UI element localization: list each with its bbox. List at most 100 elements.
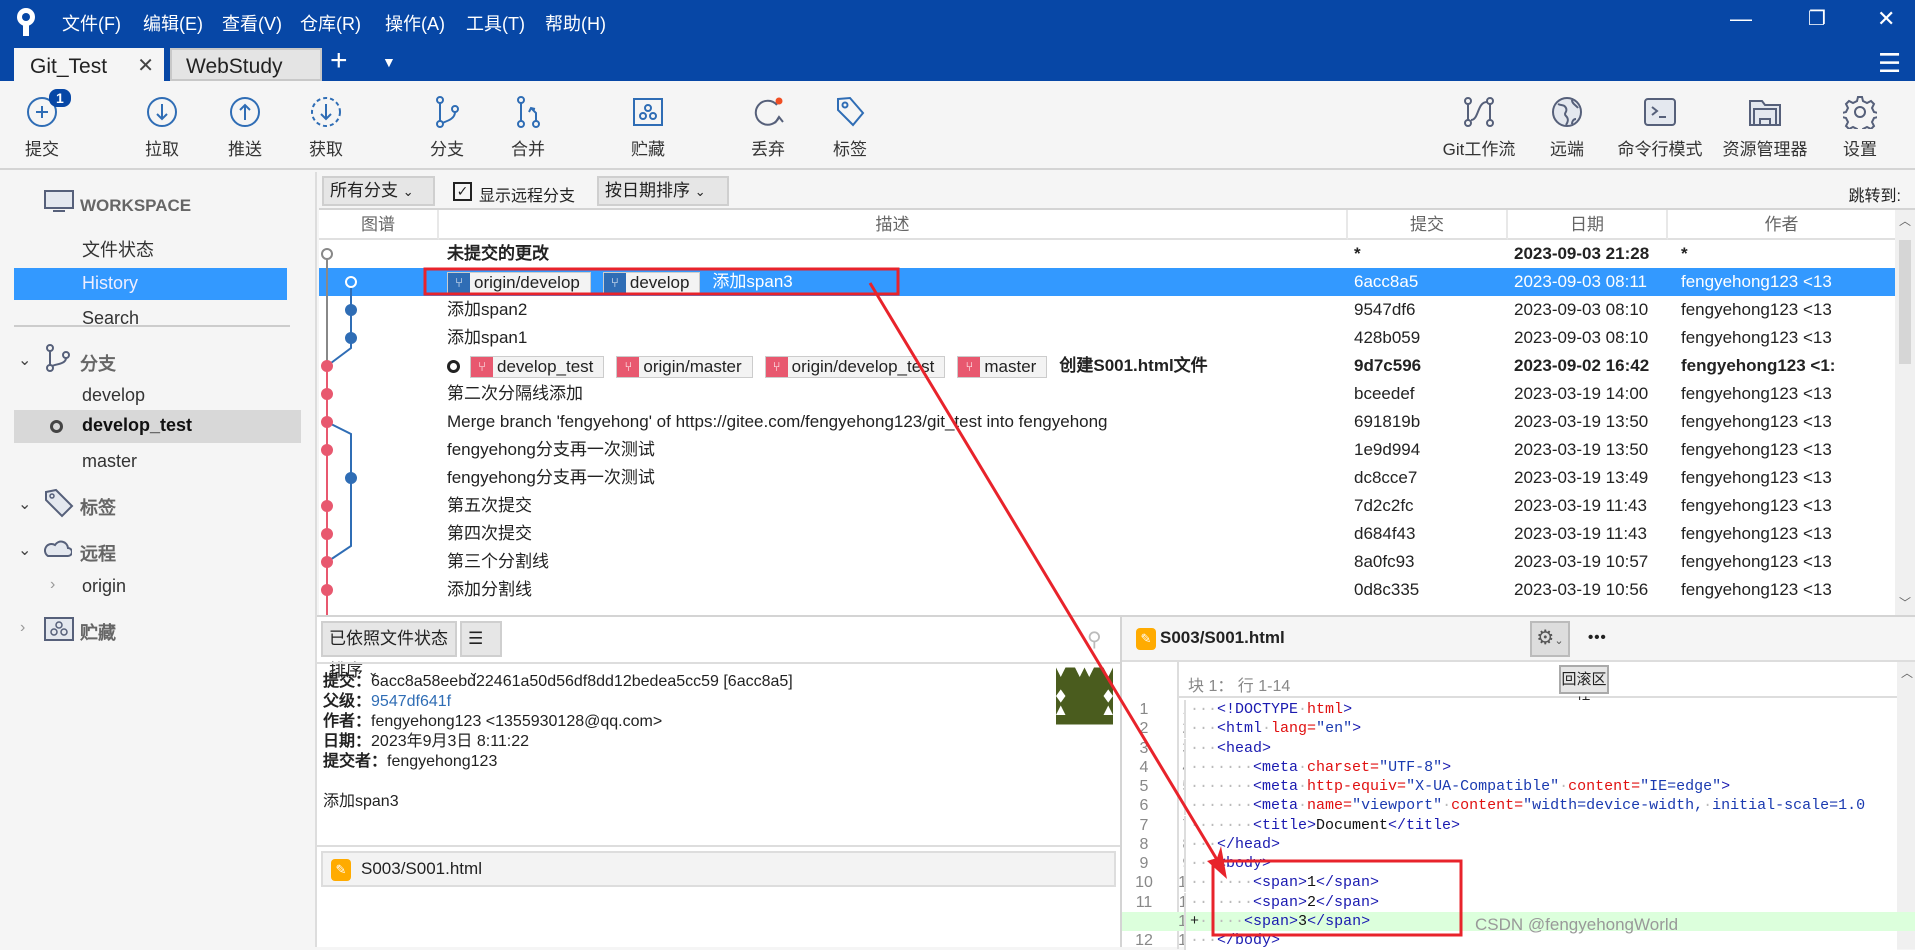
toolbar-terminal-button[interactable]: 命令行模式 <box>1605 95 1715 160</box>
hamburger-menu-icon[interactable]: ☰ <box>1878 48 1901 79</box>
commit-hash: 9547df6 <box>1354 300 1416 319</box>
tab-webstudy[interactable]: WebStudy <box>170 48 322 81</box>
menu-item[interactable]: 编辑(E) <box>143 10 203 36</box>
sidebar-item-history[interactable]: History <box>14 268 287 300</box>
modified-file-icon: ✎ <box>1136 628 1156 650</box>
list-view-icon: ☰ <box>468 629 484 648</box>
column-header-graph[interactable]: 图谱 <box>319 210 439 240</box>
commit-list-scrollbar[interactable]: ︿ ﹀ <box>1895 210 1915 615</box>
restore-button[interactable]: ❐ <box>1808 6 1826 31</box>
sidebar-item-file-status[interactable]: 文件状态 <box>82 236 154 262</box>
diff-settings-button[interactable]: ⚙⌄ <box>1530 621 1570 657</box>
sidebar-branch-master[interactable]: master <box>82 451 137 472</box>
code-token: · <box>1298 797 1308 815</box>
commit-message: 添加span3 <box>712 272 793 291</box>
commit-hash: d684f43 <box>1354 524 1416 543</box>
branch-icon <box>46 344 70 372</box>
commit-author: fengyehong123 <13 <box>1681 468 1832 487</box>
branch-label[interactable]: ⑂ develop_test <box>470 355 605 378</box>
close-window-button[interactable]: ✕ <box>1877 6 1895 32</box>
chevron-right-icon[interactable]: › <box>50 576 55 594</box>
sidebar-remote-origin[interactable]: origin <box>82 576 126 597</box>
toolbar-merge-button[interactable]: 合并 <box>473 95 583 160</box>
close-tab-icon[interactable]: ✕ <box>137 50 154 83</box>
commit-message: fengyehong分支再一次测试 <box>447 468 655 487</box>
branch-label[interactable]: ⑂ origin/develop <box>447 271 591 294</box>
tab-dropdown-icon[interactable]: ▼ <box>382 54 396 70</box>
minimize-button[interactable]: — <box>1730 6 1752 32</box>
chevron-down-icon[interactable]: ⌄ <box>18 494 31 514</box>
new-tab-button[interactable]: + <box>330 44 348 78</box>
toolbar-gear-button[interactable]: 设置 <box>1805 95 1915 160</box>
revert-hunk-button[interactable]: 回滚区块 <box>1559 665 1609 713</box>
cloud-icon <box>44 540 72 557</box>
menu-item[interactable]: 工具(T) <box>466 10 525 36</box>
commit-details-panel: 已依照文件状态排序 ⌄ ☰ ⌄ ⚲ 提交：6acc8a58eebd22461a5… <box>317 615 1120 947</box>
code-token: ······· <box>1190 758 1254 776</box>
toolbar-fetch-button[interactable]: 获取 <box>271 95 381 160</box>
tab-git-test[interactable]: Git_Test ✕ <box>14 48 164 81</box>
changed-file-item[interactable]: ✎ S003/S001.html <box>321 851 1116 887</box>
sidebar-branch-develop[interactable]: develop <box>82 385 145 406</box>
view-mode-select[interactable]: ☰ ⌄ <box>460 621 502 679</box>
file-sort-select[interactable]: 已依照文件状态排序 ⌄ <box>321 621 457 680</box>
column-header-commit[interactable]: 提交 <box>1348 210 1508 240</box>
commit-row[interactable]: 添加span2 9547df6 2023-09-03 08:10 fengyehong… <box>319 296 1895 324</box>
search-icon[interactable]: ⚲ <box>1087 627 1102 652</box>
show-remote-checkbox[interactable]: ✓ <box>453 182 472 201</box>
chevron-right-icon[interactable]: › <box>20 619 25 637</box>
stash-heading[interactable]: 贮藏 <box>80 619 116 645</box>
commit-date: 2023-09-03 21:28 <box>1514 244 1650 263</box>
branch-label[interactable]: ⑂ origin/master <box>616 355 753 378</box>
chevron-down-icon[interactable]: ⌄ <box>18 350 31 370</box>
menu-item[interactable]: 仓库(R) <box>300 10 361 36</box>
commit-message: Merge branch 'fengyehong' of https://git… <box>447 412 1108 431</box>
commit-row[interactable]: fengyehong分支再一次测试 1e9d994 2023-03-19 13:50… <box>319 436 1895 464</box>
commit-row[interactable]: ⑂ origin/develop ⑂ develop 添加span3 6acc8a5 202… <box>319 268 1895 296</box>
menu-item[interactable]: 查看(V) <box>222 10 282 36</box>
toolbar-folder-button[interactable]: 资源管理器 <box>1710 95 1820 160</box>
commit-row[interactable]: 添加span1 428b059 2023-09-03 08:10 fengyehong… <box>319 324 1895 352</box>
chevron-down-icon[interactable]: ⌄ <box>18 540 31 560</box>
commit-hash: 428b059 <box>1354 328 1421 347</box>
branch-label[interactable]: ⑂ develop <box>602 271 701 294</box>
branches-heading[interactable]: 分支 <box>80 350 116 376</box>
branch-label[interactable]: ⑂ origin/develop_test <box>764 355 946 378</box>
menu-item[interactable]: 操作(A) <box>385 10 445 36</box>
commit-row[interactable]: 第四次提交 d684f43 2023-03-19 11:43 fengyehong12… <box>319 520 1895 548</box>
commit-node <box>345 472 357 484</box>
code-token: ··· <box>1190 855 1218 872</box>
toolbar-tag-button[interactable]: 标签 <box>795 95 905 160</box>
commit-row[interactable]: 添加分割线 0d8c335 2023-03-19 10:56 fengyehong12… <box>319 576 1895 604</box>
commit-row[interactable]: ⑂ develop_test ⑂ origin/master ⑂ origin/devel… <box>319 352 1895 380</box>
toolbar-commit-plus-button[interactable]: 提交 1 <box>0 89 97 160</box>
menu-item[interactable]: 帮助(H) <box>545 10 606 36</box>
code-token: </title> <box>1388 816 1461 834</box>
tag-icon <box>45 488 74 518</box>
column-header-description[interactable]: 描述 <box>439 210 1348 240</box>
commit-row[interactable]: 第三个分割线 8a0fc93 2023-03-19 10:57 fengyehong1… <box>319 548 1895 576</box>
menu-item[interactable]: 文件(F) <box>62 10 121 36</box>
commit-row[interactable]: 第五次提交 7d2c2fc 2023-03-19 11:43 fengyehong12… <box>319 492 1895 520</box>
toolbar-stash-button[interactable]: 贮藏 <box>593 95 703 160</box>
tags-heading[interactable]: 标签 <box>80 494 116 520</box>
commit-row[interactable]: fengyehong分支再一次测试 dc8cce7 2023-03-19 13:49… <box>319 464 1895 492</box>
diff-line: 44·······<meta·charset="UTF-8"> <box>1122 757 1915 777</box>
commit-description: 添加span1 <box>447 324 1347 352</box>
column-header-date[interactable]: 日期 <box>1508 210 1668 240</box>
code-token: </span> <box>1316 874 1380 892</box>
commit-row[interactable]: 未提交的更改 * 2023-09-03 21:28 * <box>319 240 1895 268</box>
commit-row[interactable]: 第二次分隔线添加 bceedef 2023-03-19 14:00 fengyehon… <box>319 380 1895 408</box>
column-header-author[interactable]: 作者 <box>1668 210 1895 240</box>
remotes-heading[interactable]: 远程 <box>80 540 116 566</box>
sidebar-branch-develop-test[interactable]: develop_test <box>14 410 301 443</box>
branch-filter-select[interactable]: 所有分支 ⌄ <box>322 176 435 206</box>
commit-row[interactable]: Merge branch 'fengyehong' of https://git… <box>319 408 1895 436</box>
commit-hash: 1e9d994 <box>1354 440 1421 459</box>
branch-label[interactable]: ⑂ master <box>957 355 1048 378</box>
commit-hash: bceedef <box>1354 384 1415 403</box>
title-bar: 文件(F) 编辑(E) 查看(V) 仓库(R) 操作(A) 工具(T) 帮助(H) Git_… <box>0 0 1915 81</box>
sort-select[interactable]: 按日期排序 ⌄ <box>597 176 729 206</box>
commit-hash: 0d8c335 <box>1354 580 1420 599</box>
more-options-button[interactable]: ••• <box>1588 629 1607 646</box>
